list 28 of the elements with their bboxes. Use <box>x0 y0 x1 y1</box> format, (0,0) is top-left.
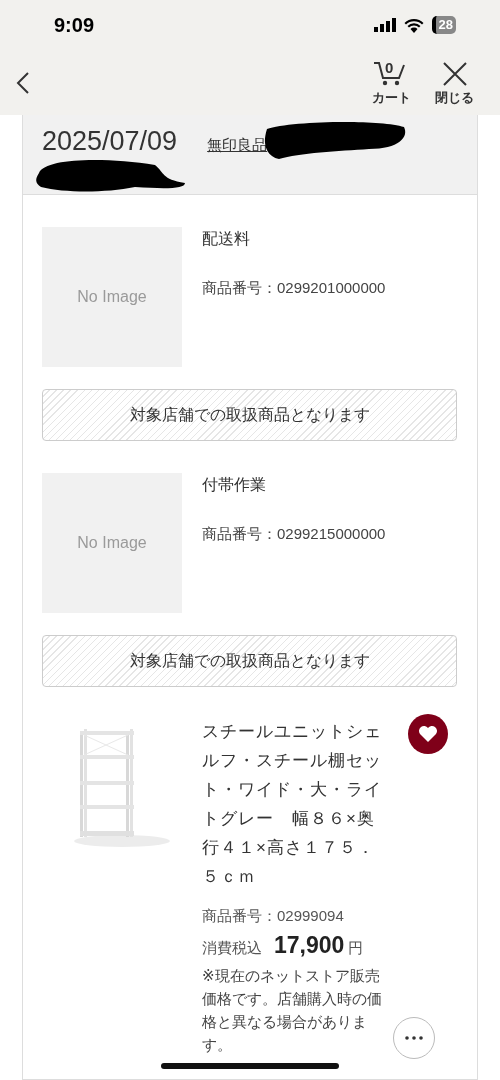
wifi-icon <box>403 17 424 33</box>
product-price: 17,900 <box>274 930 345 960</box>
currency-label: 円 <box>348 937 364 958</box>
more-icon <box>405 1036 423 1040</box>
close-button[interactable]: 閉じる <box>435 61 474 104</box>
product-number: 商品番号：0299215000000 <box>202 524 386 544</box>
order-date: 2025/07/09 <box>42 126 178 156</box>
cart-button[interactable]: 0 カート <box>371 61 411 104</box>
placeholder-text: No Image <box>77 533 147 553</box>
heart-icon <box>418 725 438 743</box>
store-notice: 対象店舗での取扱商品となります <box>42 635 457 687</box>
store-notice: 対象店舗での取扱商品となります <box>42 389 457 441</box>
product-name: スチールユニットシェルフ・スチール棚セット・ワイド・大・ライトグレー 幅８６×奥行４１×高さ１７５．５ｃｍ <box>202 721 383 888</box>
price-note: ※現在のネットストア販売価格です。店舗購入時の価格と異なる場合があります。 <box>202 966 382 1055</box>
back-button[interactable] <box>16 70 30 95</box>
signal-icon <box>373 18 396 32</box>
placeholder-text: No Image <box>77 287 147 307</box>
favorite-button[interactable] <box>408 714 448 754</box>
battery-level: 28 <box>431 16 456 34</box>
status-time: 9:09 <box>54 13 95 38</box>
close-icon <box>441 61 468 87</box>
more-button[interactable] <box>393 1017 435 1059</box>
store-link[interactable]: 無印良品 <box>207 136 268 153</box>
product-number: 商品番号：0299201000000 <box>202 278 386 298</box>
product-number: 商品番号：02999094 <box>202 906 345 926</box>
price-label: 消費税込 <box>202 937 262 958</box>
product-name: 付帯作業 <box>202 475 267 495</box>
product-name: 配送料 <box>202 229 251 249</box>
